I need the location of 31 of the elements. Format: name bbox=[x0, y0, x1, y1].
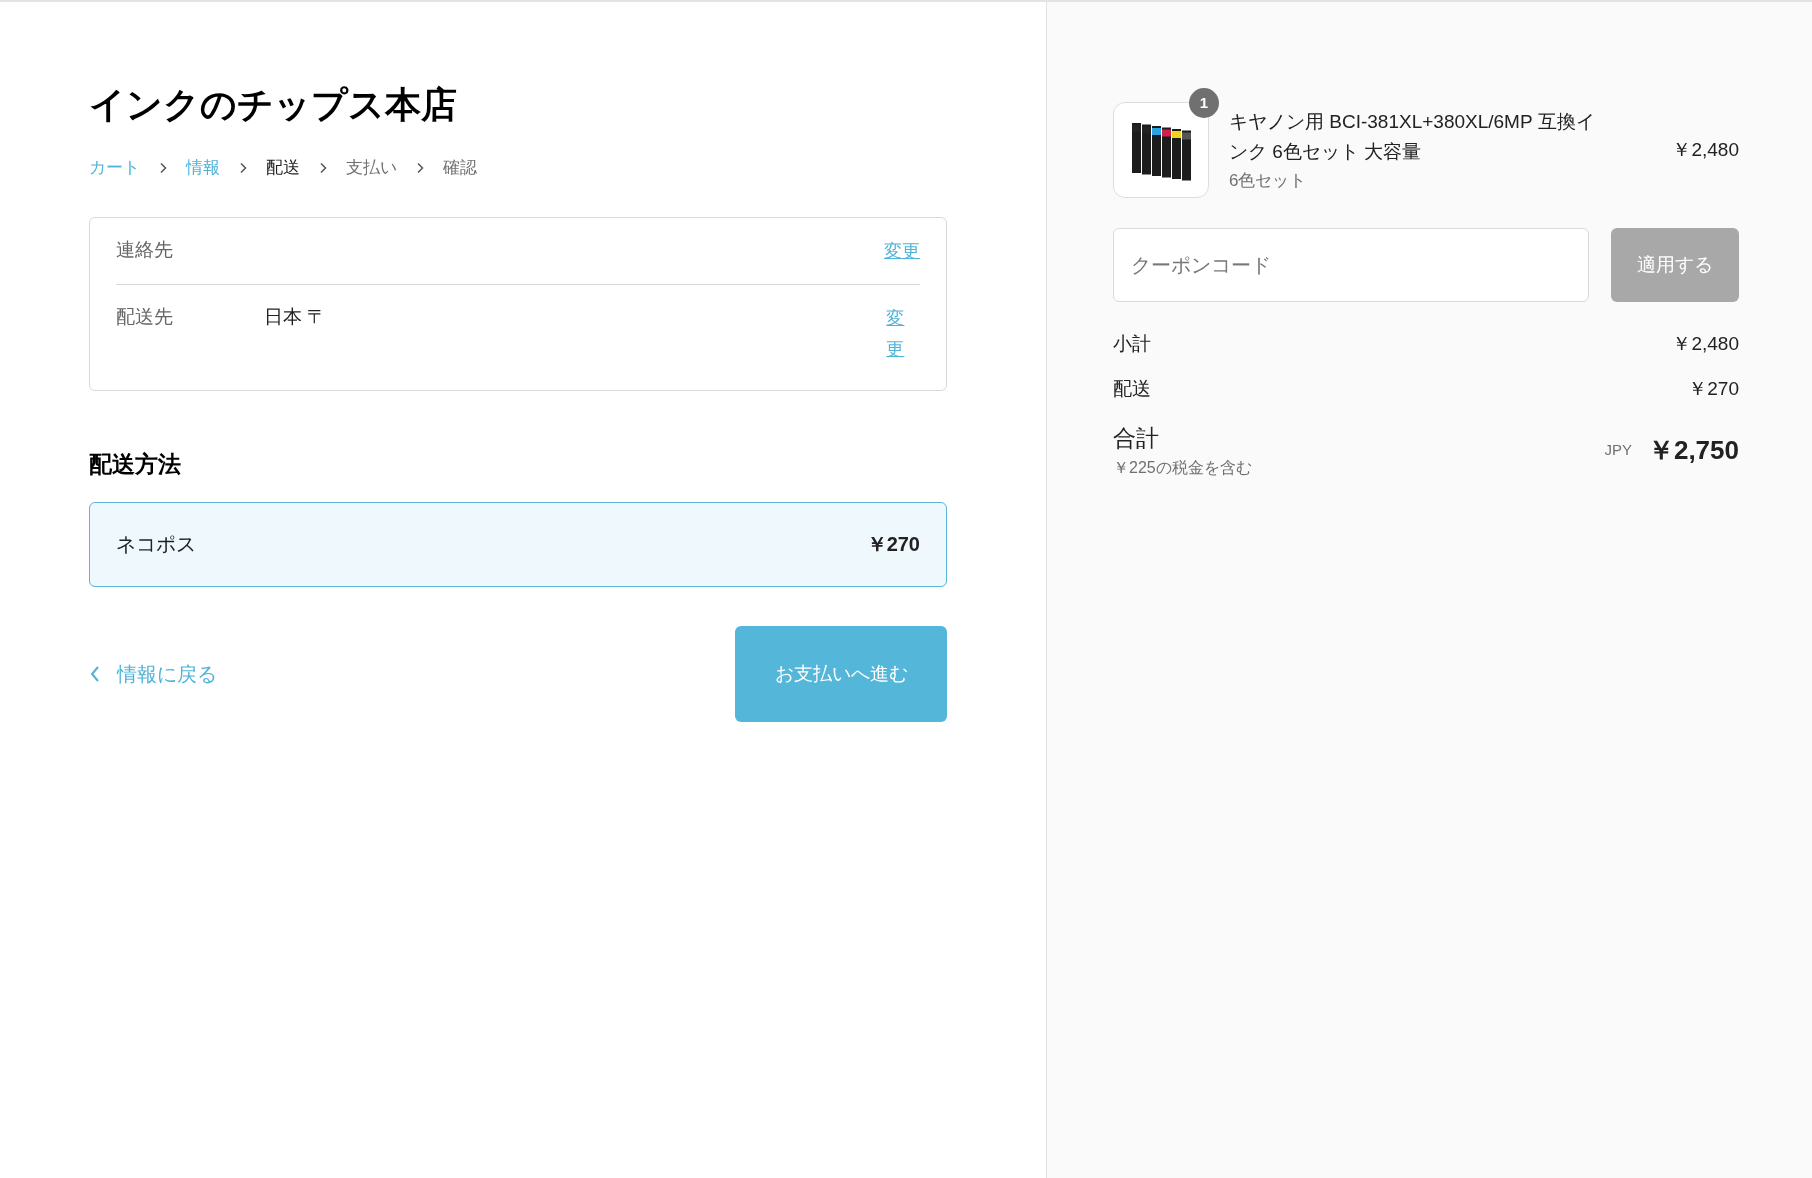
change-link[interactable]: 変更 bbox=[886, 303, 908, 365]
product-variant: 6色セット bbox=[1229, 169, 1308, 192]
back-link[interactable]: 情報に戻る bbox=[89, 658, 217, 689]
product-title: キヤノン用 BCI-381XL+380XL/6MP 互換インク 6色セット 大容量 bbox=[1229, 109, 1596, 165]
summary-value: ￥270 bbox=[1688, 376, 1739, 401]
total-label: 合計 bbox=[1113, 424, 1160, 453]
review-label: 連絡先 bbox=[116, 237, 174, 262]
continue-button[interactable]: お支払いへ進む bbox=[735, 625, 947, 722]
section-heading: 配送方法 bbox=[89, 450, 182, 480]
chevron-right-icon bbox=[158, 161, 168, 174]
review-label: 配送先 bbox=[116, 305, 174, 330]
chevron-right-icon bbox=[318, 161, 328, 174]
quantity-badge: 1 bbox=[1189, 88, 1219, 118]
chevron-left-icon bbox=[89, 664, 101, 683]
summary-value: ￥2,480 bbox=[1672, 332, 1739, 356]
tax-note: ￥225の税金を含む bbox=[1113, 457, 1252, 478]
shop-title: インクのチップス本店 bbox=[89, 83, 458, 127]
option-price: ￥270 bbox=[866, 532, 920, 558]
shipping-option[interactable]: ネコポス ￥270 bbox=[89, 501, 947, 587]
option-name: ネコポス bbox=[116, 532, 196, 558]
chevron-right-icon bbox=[415, 161, 425, 174]
breadcrumb-link[interactable]: カート bbox=[89, 155, 140, 181]
currency-code: JPY bbox=[1604, 440, 1632, 460]
summary-label: 配送 bbox=[1113, 376, 1151, 401]
change-link[interactable]: 変更 bbox=[884, 235, 920, 267]
chevron-right-icon bbox=[238, 161, 248, 174]
summary-label: 小計 bbox=[1113, 332, 1151, 356]
product-price: ￥2,480 bbox=[1672, 137, 1739, 162]
review-value: 日本 〒 bbox=[264, 305, 327, 330]
breadcrumb-link[interactable]: 情報 bbox=[186, 155, 220, 181]
total-value: ￥2,750 bbox=[1647, 433, 1739, 467]
